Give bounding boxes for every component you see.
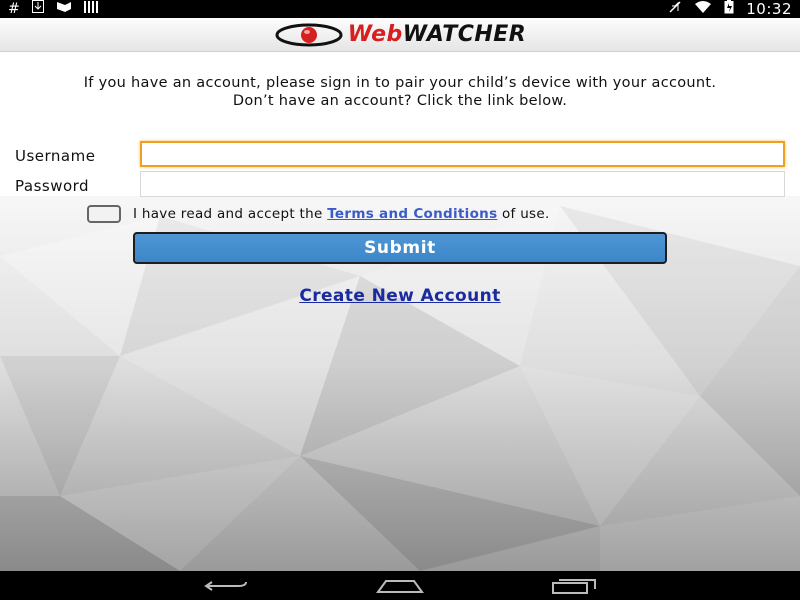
logo-text: Web WATCHER bbox=[348, 22, 526, 47]
webwatcher-logo: Web WATCHER bbox=[274, 21, 526, 49]
home-icon bbox=[376, 579, 424, 593]
intro-text: If you have an account, please sign in t… bbox=[0, 75, 800, 109]
app-header: Web WATCHER bbox=[0, 18, 800, 52]
bars-icon bbox=[83, 0, 98, 18]
flag-icon bbox=[56, 0, 72, 18]
intro-line-1: If you have an account, please sign in t… bbox=[83, 75, 717, 91]
username-label: Username bbox=[15, 147, 96, 165]
terms-prefix: I have read and accept the bbox=[133, 206, 328, 222]
wifi-icon bbox=[694, 0, 712, 19]
status-time: 10:32 bbox=[746, 0, 792, 18]
recents-icon bbox=[552, 578, 596, 594]
status-bar-left: # bbox=[8, 0, 98, 18]
intro-line-2: Don’t have an account? Click the link be… bbox=[232, 93, 568, 109]
logo-web: Web bbox=[347, 22, 403, 47]
terms-text: I have read and accept the Terms and Con… bbox=[133, 206, 550, 222]
create-account-link[interactable]: Create New Account bbox=[0, 286, 800, 306]
back-button[interactable] bbox=[198, 571, 254, 600]
back-icon bbox=[204, 580, 247, 591]
recents-button[interactable] bbox=[546, 571, 602, 600]
username-input[interactable] bbox=[140, 141, 785, 167]
terms-row: I have read and accept the Terms and Con… bbox=[87, 205, 550, 223]
mute-icon bbox=[668, 0, 682, 19]
battery-icon bbox=[724, 0, 734, 19]
download-icon bbox=[31, 0, 44, 18]
status-bar: # 10:32 bbox=[0, 0, 800, 18]
submit-button[interactable]: Submit bbox=[133, 232, 667, 264]
hash-icon: # bbox=[8, 1, 20, 17]
terms-checkbox[interactable] bbox=[87, 205, 121, 223]
terms-suffix: of use. bbox=[497, 206, 550, 222]
eye-logo-icon bbox=[275, 23, 343, 46]
home-button[interactable] bbox=[372, 571, 428, 600]
navigation-bar bbox=[0, 571, 800, 600]
password-label: Password bbox=[15, 177, 90, 195]
terms-link[interactable]: Terms and Conditions bbox=[327, 206, 497, 222]
password-input[interactable] bbox=[140, 171, 785, 197]
status-bar-right: 10:32 bbox=[668, 0, 792, 19]
logo-watcher: WATCHER bbox=[402, 22, 527, 47]
